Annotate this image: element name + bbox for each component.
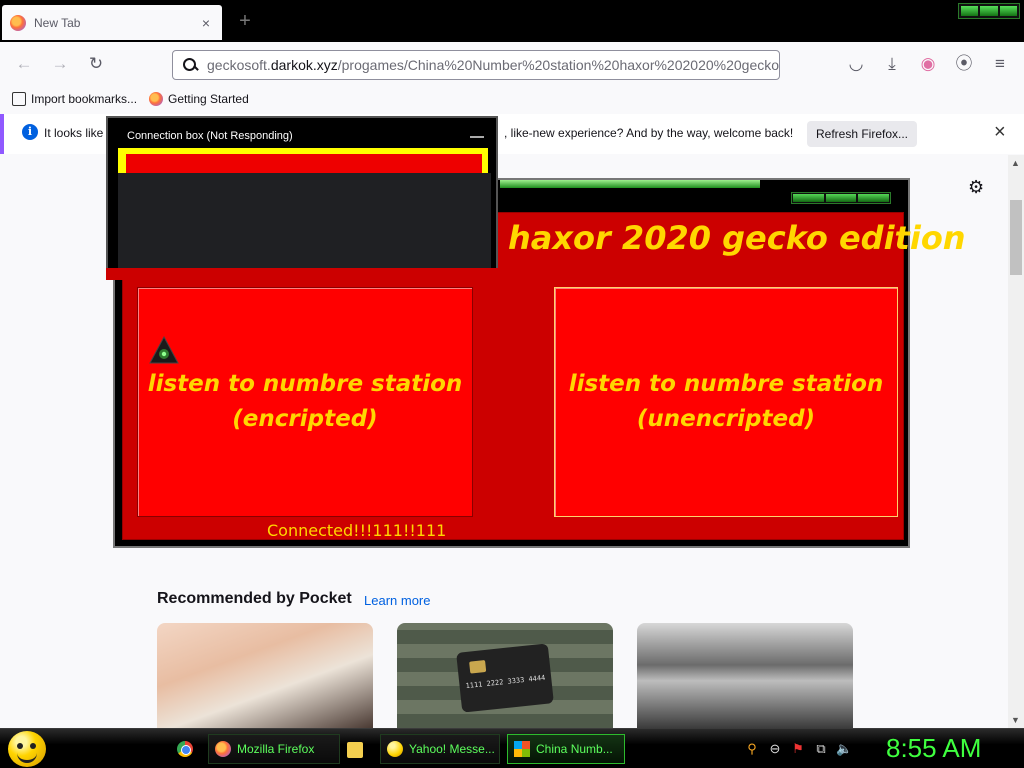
flag-icon[interactable]: ⚑ bbox=[790, 741, 806, 757]
network-icon[interactable]: ⧉ bbox=[813, 741, 829, 757]
app-title: haxor 2020 gecko edition bbox=[508, 219, 966, 257]
listen-unencrypted-button[interactable]: listen to numbre station (unencripted) bbox=[554, 287, 898, 517]
notification-close-icon[interactable]: × bbox=[994, 122, 1006, 142]
pocket-card[interactable] bbox=[637, 623, 853, 728]
pocket-heading: Recommended by Pocket bbox=[157, 590, 352, 607]
extension-icon[interactable]: ◉ bbox=[918, 54, 938, 74]
dialog-title: Connection box (Not Responding) bbox=[127, 130, 293, 142]
back-icon[interactable]: ← bbox=[14, 54, 34, 74]
minus-circle-icon[interactable]: ⊖ bbox=[767, 741, 783, 757]
scrollbar-thumb[interactable] bbox=[1010, 200, 1022, 275]
connection-dialog[interactable]: Connection box (Not Responding) bbox=[106, 116, 498, 270]
learn-more-link[interactable]: Learn more bbox=[364, 593, 430, 608]
url-bar[interactable]: geckosoft.darkok.xyz/progames/China%20Nu… bbox=[172, 50, 780, 80]
refresh-firefox-button[interactable]: Refresh Firefox... bbox=[807, 121, 917, 147]
firefox-icon bbox=[10, 14, 26, 31]
listen-encrypted-button[interactable]: listen to numbre station (encripted) bbox=[137, 287, 473, 517]
minimize-icon[interactable] bbox=[470, 136, 484, 138]
notification-text: It looks like y bbox=[44, 126, 113, 140]
app-window-controls[interactable] bbox=[791, 192, 891, 204]
pocket-icon[interactable]: ◡ bbox=[846, 54, 866, 74]
bookmarks-bar: Import bookmarks... Getting Started bbox=[0, 86, 1024, 112]
tab-title: New Tab bbox=[34, 15, 81, 30]
scroll-up-icon[interactable]: ▲ bbox=[1011, 158, 1020, 168]
reload-icon[interactable]: ↻ bbox=[86, 54, 106, 74]
radar-icon bbox=[149, 336, 179, 364]
info-icon: i bbox=[22, 124, 38, 140]
taskbar-item-firefox[interactable]: Mozilla Firefox bbox=[208, 734, 340, 764]
notification-text-continued: , like-new experience? And by the way, w… bbox=[504, 126, 794, 140]
gear-icon[interactable]: ⚙ bbox=[968, 177, 984, 198]
taskbar: Mozilla Firefox Yahoo! Messe... China Nu… bbox=[0, 728, 1024, 768]
extension2-icon[interactable]: ⦿ bbox=[954, 54, 974, 74]
tab-strip: New Tab × + bbox=[0, 0, 1024, 42]
page-scrollbar[interactable]: ▲ ▼ bbox=[1008, 155, 1024, 728]
firefox-icon bbox=[215, 741, 231, 757]
nav-bar: ← → ↻ geckosoft.darkok.xyz/progames/Chin… bbox=[0, 42, 1024, 86]
search-icon bbox=[181, 56, 199, 74]
pocket-card[interactable] bbox=[157, 623, 373, 728]
dialog-shadow bbox=[106, 268, 498, 280]
yahoo-messenger-icon bbox=[387, 741, 403, 757]
connection-status: Connected!!!111!!111 bbox=[267, 521, 447, 540]
app-window-icon bbox=[514, 741, 530, 757]
tab-new-tab[interactable]: New Tab × bbox=[2, 5, 222, 40]
taskbar-clock[interactable]: 8:55 AM bbox=[886, 733, 981, 764]
firefox-icon bbox=[149, 92, 164, 106]
pocket-card[interactable]: 1111 2222 3333 4444 bbox=[397, 623, 613, 728]
start-button[interactable] bbox=[8, 731, 46, 767]
app-titlebar-accent bbox=[500, 180, 760, 188]
credit-card-image: 1111 2222 3333 4444 bbox=[456, 643, 554, 713]
chrome-icon[interactable] bbox=[177, 741, 193, 757]
tab-close-icon[interactable]: × bbox=[198, 15, 214, 31]
url-text[interactable]: geckosoft.darkok.xyz/progames/China%20Nu… bbox=[207, 57, 779, 73]
window-controls[interactable] bbox=[958, 3, 1020, 19]
import-icon bbox=[12, 92, 26, 106]
bookmark-getting-started[interactable]: Getting Started bbox=[149, 92, 249, 106]
volume-icon[interactable]: 🔈 bbox=[836, 741, 852, 757]
dialog-body bbox=[118, 173, 491, 268]
card-chip-icon bbox=[469, 659, 487, 674]
menu-icon[interactable]: ≡ bbox=[990, 54, 1010, 74]
progress-bar bbox=[126, 154, 482, 175]
taskbar-item-yahoo[interactable]: Yahoo! Messe... bbox=[380, 734, 500, 764]
search-icon[interactable]: ⚲ bbox=[744, 741, 760, 757]
folder-icon[interactable] bbox=[347, 742, 363, 758]
taskbar-item-china-number[interactable]: China Numb... bbox=[507, 734, 625, 764]
forward-icon[interactable]: → bbox=[50, 54, 70, 74]
new-tab-button[interactable]: + bbox=[234, 10, 256, 32]
downloads-icon[interactable]: ⤓ bbox=[882, 54, 902, 74]
system-tray: ⚲ ⊖ ⚑ ⧉ 🔈 bbox=[744, 741, 852, 757]
scroll-down-icon[interactable]: ▼ bbox=[1011, 715, 1020, 725]
bookmark-import[interactable]: Import bookmarks... bbox=[12, 92, 137, 106]
